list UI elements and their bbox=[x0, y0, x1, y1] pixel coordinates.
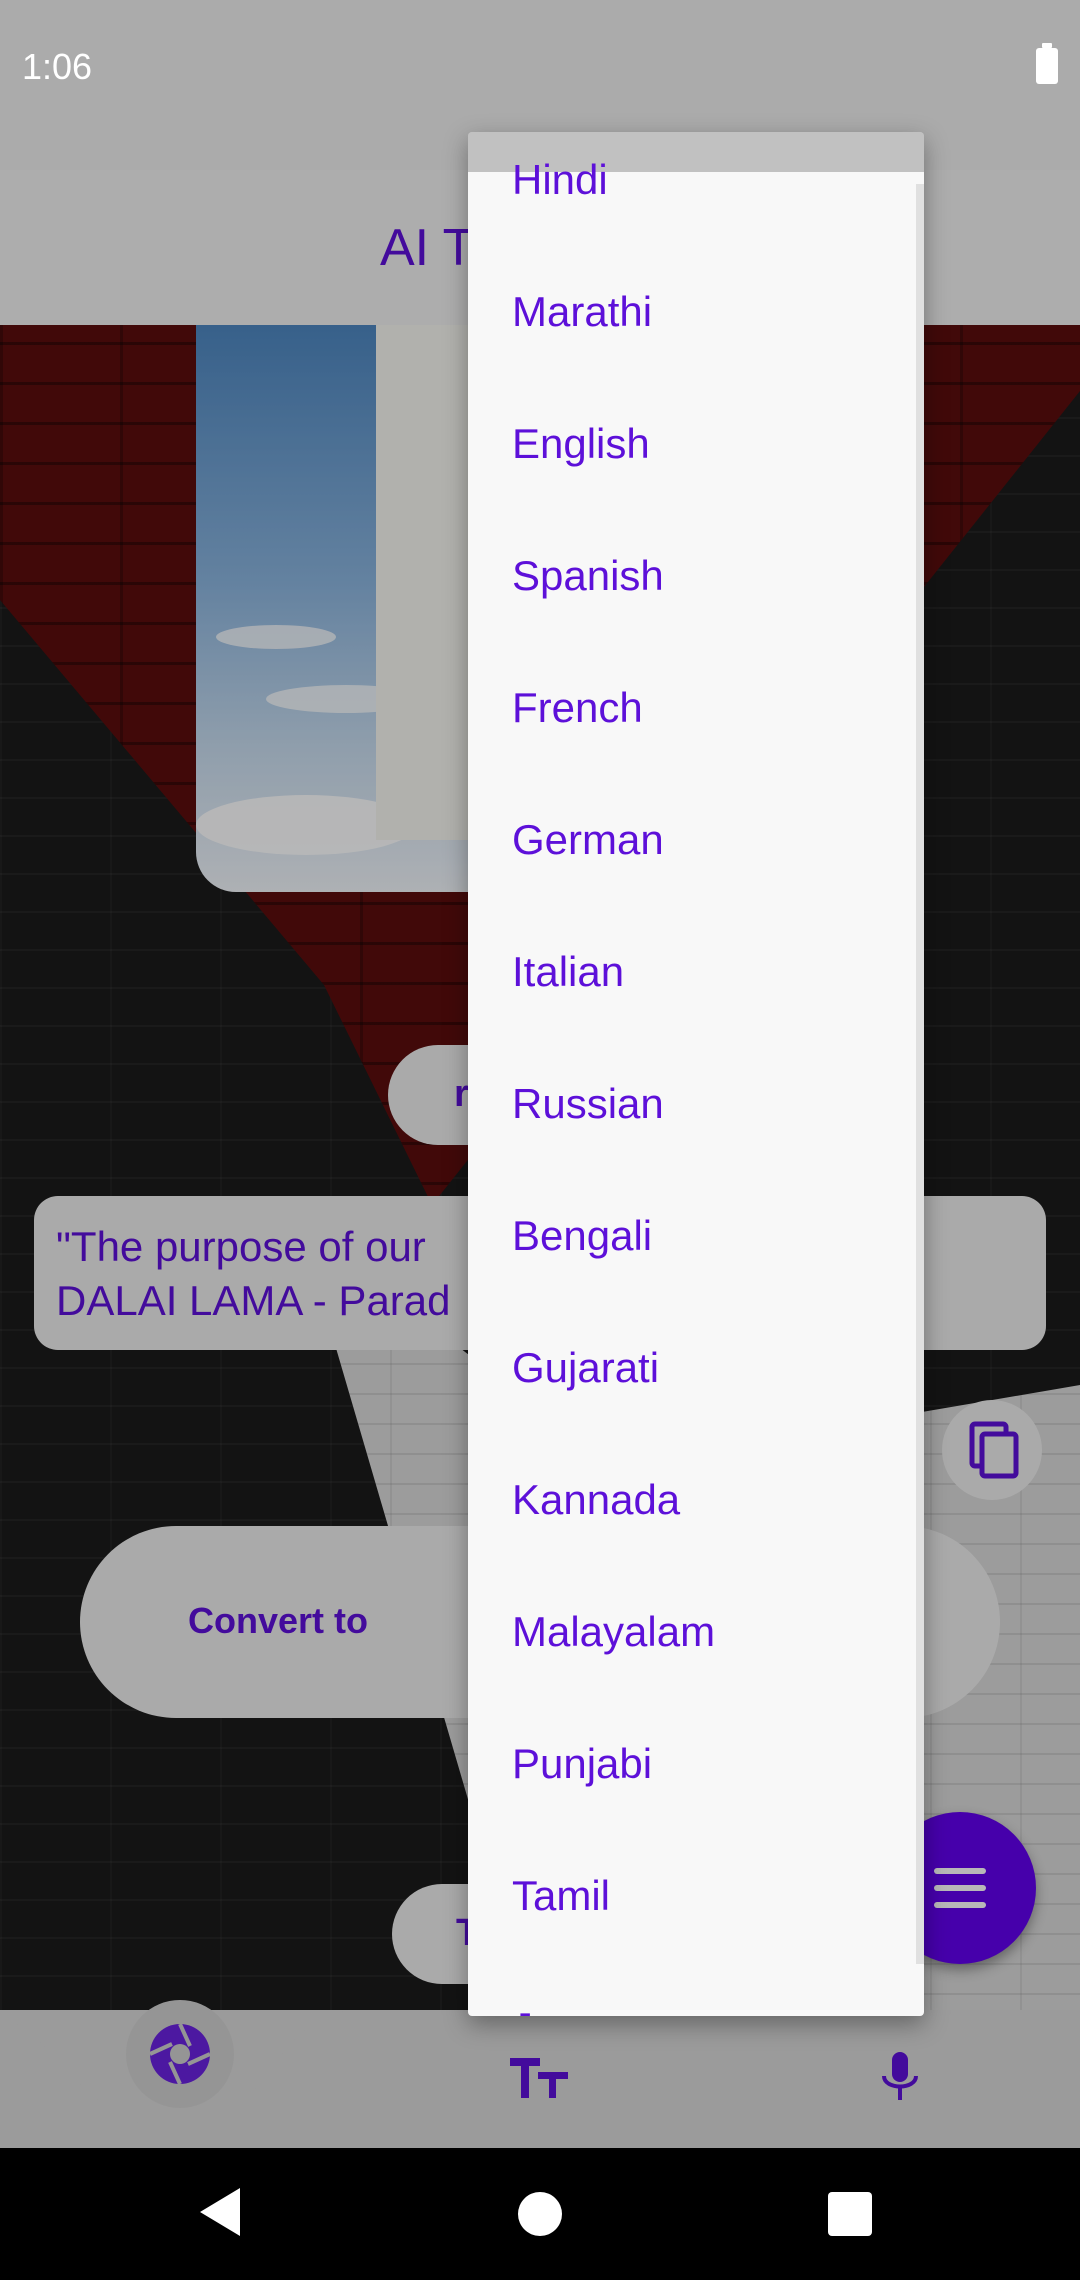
language-option-label: Spanish bbox=[512, 552, 664, 599]
home-icon[interactable] bbox=[518, 2192, 562, 2236]
camera-icon bbox=[149, 2023, 211, 2085]
language-option-label: Marathi bbox=[512, 288, 653, 335]
camera-button[interactable] bbox=[126, 2000, 234, 2108]
language-option-tamil[interactable]: Tamil bbox=[468, 1834, 924, 1966]
back-icon[interactable] bbox=[200, 2188, 240, 2236]
language-option-punjabi[interactable]: Punjabi bbox=[468, 1702, 924, 1834]
language-option-german[interactable]: German bbox=[468, 778, 924, 910]
recents-icon[interactable] bbox=[828, 2192, 872, 2236]
copy-button[interactable] bbox=[942, 1400, 1042, 1500]
language-option-italian[interactable]: Italian bbox=[468, 910, 924, 1042]
battery-icon bbox=[1036, 43, 1058, 84]
language-option-label: Italian bbox=[512, 948, 625, 995]
microphone-icon[interactable] bbox=[878, 2050, 922, 2110]
language-option-label: French bbox=[512, 684, 643, 731]
language-option-label: Hindi bbox=[512, 156, 608, 203]
language-option-bengali[interactable]: Bengali bbox=[468, 1174, 924, 1306]
language-option-japanese[interactable]: Japanese bbox=[468, 1966, 924, 2016]
language-option-label: Japanese bbox=[512, 2004, 694, 2016]
status-time: 1:06 bbox=[22, 46, 93, 87]
language-option-label: English bbox=[512, 420, 650, 467]
language-option-hindi[interactable]: Hindi bbox=[468, 132, 924, 250]
language-option-label: Punjabi bbox=[512, 1740, 653, 1787]
language-option-marathi[interactable]: Marathi bbox=[468, 250, 924, 382]
language-option-spanish[interactable]: Spanish bbox=[468, 514, 924, 646]
language-option-label: Russian bbox=[512, 1080, 664, 1127]
language-option-french[interactable]: French bbox=[468, 646, 924, 778]
language-dropdown: Hindi Marathi English Spanish French Ger… bbox=[468, 132, 924, 2016]
recognize-button-label: r bbox=[454, 1073, 469, 1115]
language-option-russian[interactable]: Russian bbox=[468, 1042, 924, 1174]
language-option-kannada[interactable]: Kannada bbox=[468, 1438, 924, 1570]
language-option-gujarati[interactable]: Gujarati bbox=[468, 1306, 924, 1438]
language-option-label: Gujarati bbox=[512, 1344, 660, 1391]
language-option-english[interactable]: English bbox=[468, 382, 924, 514]
text-format-icon[interactable] bbox=[508, 2050, 572, 2106]
copy-icon bbox=[969, 1421, 1019, 1479]
language-option-label: Bengali bbox=[512, 1212, 653, 1259]
language-option-label: Tamil bbox=[512, 1872, 611, 1919]
language-option-label: Malayalam bbox=[512, 1608, 716, 1655]
app-title: AI T bbox=[380, 219, 475, 277]
language-option-label: German bbox=[512, 816, 664, 863]
language-option-label: Kannada bbox=[512, 1476, 681, 1523]
language-option-malayalam[interactable]: Malayalam bbox=[468, 1570, 924, 1702]
system-nav-bar bbox=[0, 2148, 1080, 2280]
convert-label: Convert to bbox=[188, 1600, 368, 1641]
